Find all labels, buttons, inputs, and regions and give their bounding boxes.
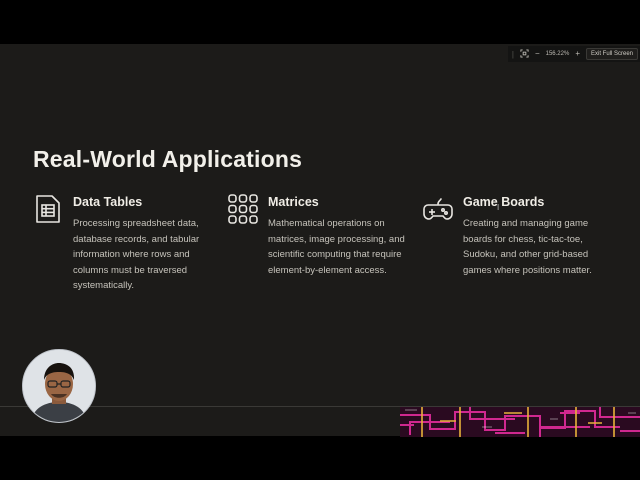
presenter-webcam [22,349,96,423]
gamepad-icon [423,198,453,220]
card-title: Game Boards [463,195,545,209]
card-description: Creating and managing game boards for ch… [463,218,592,276]
card-title: Data Tables [73,195,143,209]
text-cursor-icon: I [497,203,500,212]
viewer-toolbar: | − 156.22% + Exit Full Screen [507,46,640,62]
zoom-in-button[interactable]: + [575,50,580,58]
decorative-pattern-strip [400,407,640,437]
card-title: Matrices [268,195,319,209]
toolbar-separator: | [511,49,514,59]
presenter-avatar [23,350,95,422]
card-description: Processing spreadsheet data, database re… [73,218,200,291]
zoom-out-button[interactable]: − [535,50,540,58]
table-icon [36,195,60,223]
grid-dots-icon [228,194,258,224]
presentation-slide: | − 156.22% + Exit Full Screen Real-Worl… [0,44,640,436]
card-description: Mathematical operations on matrices, ima… [268,218,405,276]
fit-screen-icon[interactable] [520,48,529,60]
exit-fullscreen-button[interactable]: Exit Full Screen [585,48,638,60]
slide-title: Real-World Applications [33,146,303,172]
zoom-level: 156.22% [545,51,570,57]
